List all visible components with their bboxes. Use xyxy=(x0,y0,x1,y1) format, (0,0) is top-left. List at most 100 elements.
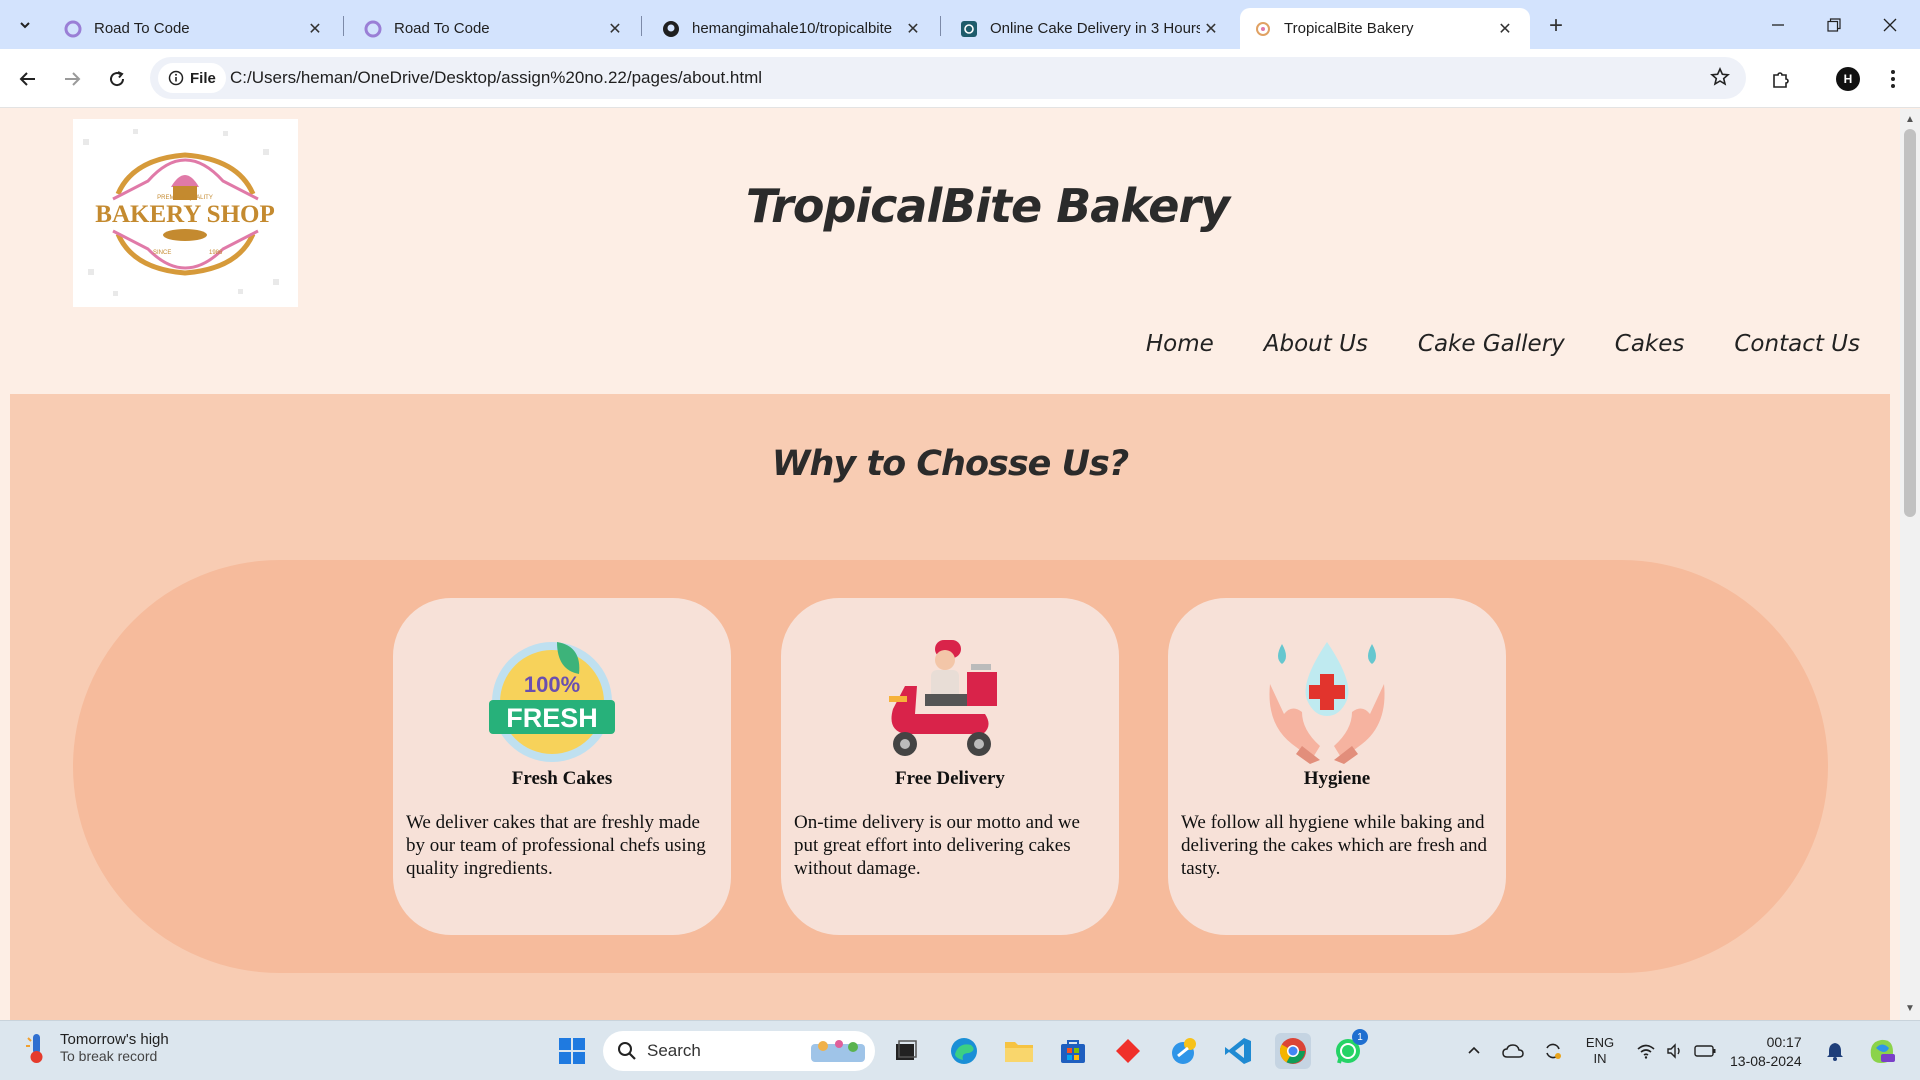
browser-tab-4[interactable]: Online Cake Delivery in 3 Hours ✕ xyxy=(946,8,1236,49)
scrollbar-thumb[interactable] xyxy=(1904,129,1916,517)
github-icon xyxy=(662,20,680,38)
file-explorer-app[interactable] xyxy=(1001,1033,1037,1069)
restore-icon xyxy=(1827,17,1841,32)
bakery-shop-logo[interactable]: PREMIUM QUALITY BAKERY SHOP SINCE 1986 xyxy=(73,119,298,307)
copilot-icon xyxy=(1172,1038,1196,1064)
card-description: On-time delivery is our motto and we put… xyxy=(794,812,1080,879)
search-highlight-icon xyxy=(811,1040,865,1062)
tab-separator xyxy=(940,16,941,36)
tab-close-icon[interactable]: ✕ xyxy=(902,18,924,40)
browser-tab-5-active[interactable]: TropicalBite Bakery ✕ xyxy=(1240,8,1530,49)
microsoft-store-app[interactable] xyxy=(1055,1033,1091,1069)
nav-link-home[interactable]: Home xyxy=(1146,331,1214,357)
scroll-down-arrow-icon[interactable]: ▼ xyxy=(1905,1004,1915,1014)
restore-button[interactable] xyxy=(1806,0,1862,49)
address-bar[interactable]: File C:/Users/heman/OneDrive/Desktop/ass… xyxy=(150,57,1746,99)
close-icon xyxy=(1883,18,1897,31)
browser-menu-button[interactable] xyxy=(1877,63,1909,95)
back-button[interactable] xyxy=(12,63,44,95)
tab-title: Online Cake Delivery in 3 Hours xyxy=(990,20,1200,37)
sync-tray-button[interactable] xyxy=(1540,1021,1566,1080)
browser-tab-1[interactable]: Road To Code ✕ xyxy=(50,8,340,49)
nav-link-cake-gallery[interactable]: Cake Gallery xyxy=(1418,331,1565,357)
fresh-badge-icon: 100% FRESH xyxy=(487,634,617,764)
card-description: We deliver cakes that are freshly made b… xyxy=(406,812,706,879)
page-scrollbar[interactable]: ▲ ▼ xyxy=(1900,109,1920,1020)
chrome-app-active[interactable] xyxy=(1275,1033,1311,1069)
show-hidden-icons-button[interactable] xyxy=(1462,1021,1486,1080)
tab-close-icon[interactable]: ✕ xyxy=(1200,18,1222,40)
start-button[interactable] xyxy=(554,1033,590,1069)
thermometer-icon xyxy=(26,1033,43,1063)
forward-button[interactable] xyxy=(56,63,88,95)
reload-button[interactable] xyxy=(101,63,133,95)
nav-link-contact-us[interactable]: Contact Us xyxy=(1734,331,1860,357)
feature-card-free-delivery: Free Delivery On-time delivery is our mo… xyxy=(781,598,1119,935)
language-indicator[interactable]: ENG IN xyxy=(1580,1021,1620,1080)
badge-word: FRESH xyxy=(506,703,598,733)
hygiene-hands-icon xyxy=(1262,634,1392,764)
taskbar-search[interactable]: Search xyxy=(603,1031,875,1071)
browser-tab-2[interactable]: Road To Code ✕ xyxy=(350,8,640,49)
profile-button[interactable]: H xyxy=(1832,63,1864,95)
tab-title: Road To Code xyxy=(394,20,490,37)
onedrive-tray-button[interactable] xyxy=(1500,1021,1526,1080)
system-clock[interactable]: 00:17 13-08-2024 xyxy=(1730,1033,1802,1071)
chevron-up-icon xyxy=(1468,1046,1480,1054)
site-info-chip[interactable]: File xyxy=(158,63,226,93)
new-tab-button[interactable]: + xyxy=(1542,12,1570,40)
cake-shop-favicon-icon xyxy=(960,20,978,38)
roadtocode-favicon-icon xyxy=(64,20,82,38)
tab-close-icon[interactable]: ✕ xyxy=(304,18,326,40)
weather-widget[interactable]: Tomorrow's high To break record xyxy=(24,1031,169,1064)
card-title: Free Delivery xyxy=(895,768,1005,789)
notifications-button[interactable] xyxy=(1822,1021,1848,1080)
close-window-button[interactable] xyxy=(1862,0,1918,49)
edge-app[interactable] xyxy=(946,1033,982,1069)
clock-date: 13-08-2024 xyxy=(1730,1053,1802,1069)
scroll-up-arrow-icon[interactable]: ▲ xyxy=(1905,115,1915,125)
card-title: Fresh Cakes xyxy=(511,768,613,789)
windows-logo-icon xyxy=(559,1038,585,1064)
nav-link-about-us[interactable]: About Us xyxy=(1264,331,1368,357)
url-text[interactable]: C:/Users/heman/OneDrive/Desktop/assign%2… xyxy=(230,68,762,88)
minimize-button[interactable] xyxy=(1750,0,1806,49)
search-placeholder: Search xyxy=(647,1041,701,1060)
tab-title: TropicalBite Bakery xyxy=(1284,20,1414,37)
volume-icon xyxy=(1667,1043,1680,1059)
windows-taskbar: Tomorrow's high To break record Search 1 xyxy=(0,1020,1920,1080)
region-code: IN xyxy=(1593,1051,1607,1066)
whatsapp-app[interactable]: 1 xyxy=(1330,1029,1368,1069)
extensions-button[interactable] xyxy=(1765,63,1797,95)
feature-card-hygiene: Hygiene We follow all hygiene while baki… xyxy=(1168,598,1506,935)
kebab-menu-icon xyxy=(1891,70,1895,88)
page-viewport: PREMIUM QUALITY BAKERY SHOP SINCE 1986 T… xyxy=(0,109,1900,1020)
vscode-app[interactable] xyxy=(1220,1033,1256,1069)
git-app[interactable] xyxy=(1110,1033,1146,1069)
feature-card-fresh-cakes: 100% FRESH Fresh Cakes We deliver cakes … xyxy=(393,598,731,935)
tab-separator xyxy=(343,16,344,36)
tab-separator xyxy=(641,16,642,36)
scooter-delivery-icon xyxy=(875,634,1005,764)
tab-close-icon[interactable]: ✕ xyxy=(604,18,626,40)
copilot-app[interactable] xyxy=(1165,1033,1201,1069)
minimize-icon xyxy=(1772,23,1784,26)
tab-strip: Road To Code ✕ Road To Code ✕ hemangimah… xyxy=(0,0,1920,49)
nav-link-cakes[interactable]: Cakes xyxy=(1615,331,1685,357)
browser-tab-3[interactable]: hemangimahale10/tropicalbite ✕ xyxy=(648,8,938,49)
diamond-app-icon xyxy=(1116,1039,1140,1063)
sync-icon xyxy=(1546,1043,1561,1059)
bookmark-star-icon[interactable] xyxy=(1710,67,1730,92)
bell-icon xyxy=(1827,1043,1843,1061)
copilot-tray-button[interactable] xyxy=(1862,1021,1902,1080)
avatar: H xyxy=(1836,67,1860,91)
task-view-button[interactable] xyxy=(888,1033,924,1069)
network-volume-battery-tray[interactable] xyxy=(1636,1021,1716,1080)
section-heading: Why to Chosse Us? xyxy=(771,444,1129,484)
tab-search-button[interactable] xyxy=(8,8,42,42)
search-icon xyxy=(618,1042,636,1060)
tab-close-icon[interactable]: ✕ xyxy=(1494,18,1516,40)
info-icon xyxy=(168,70,184,86)
back-arrow-icon xyxy=(19,72,35,86)
why-choose-us-section: Why to Chosse Us? 100% FRESH Fresh Cakes… xyxy=(10,394,1890,1020)
